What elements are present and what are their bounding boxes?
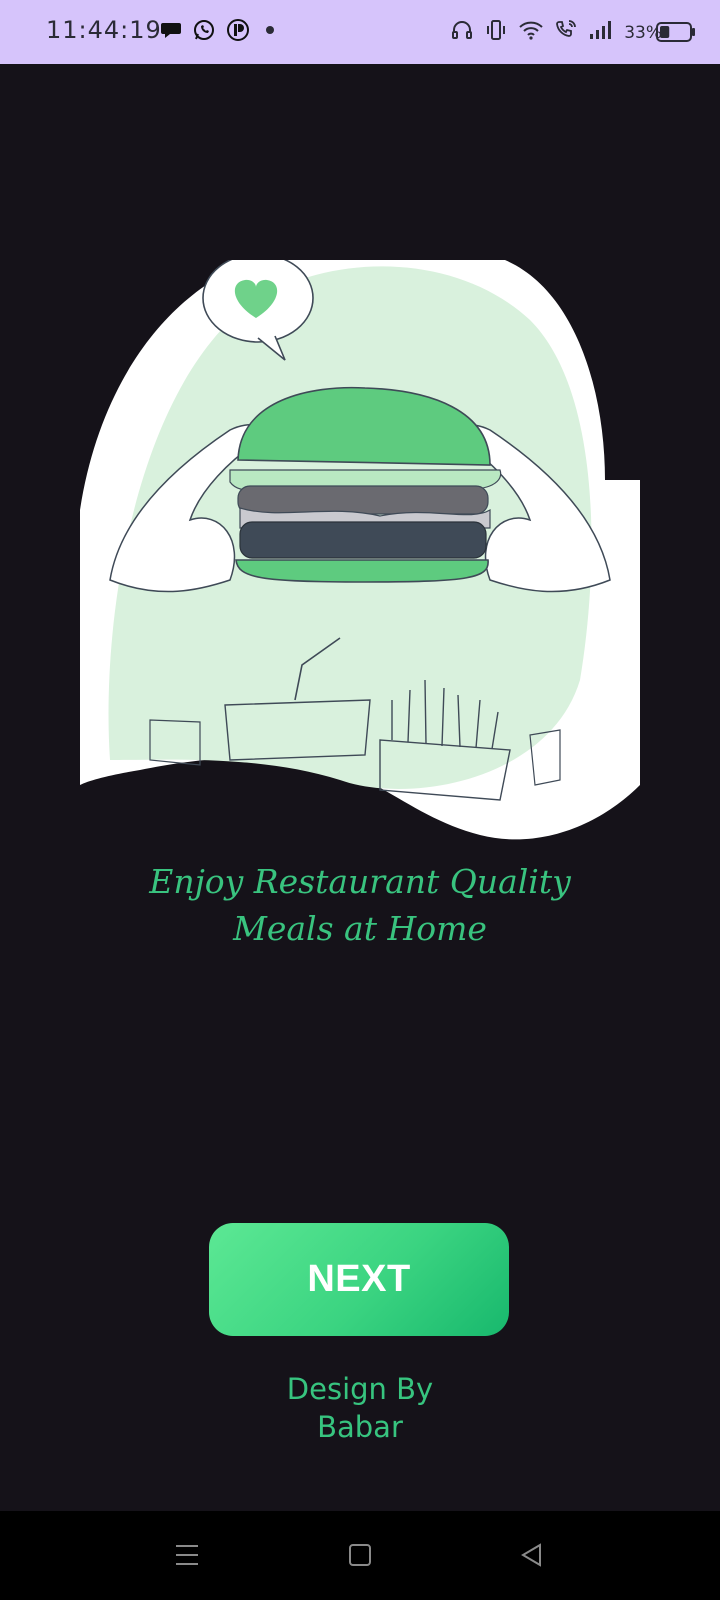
status-bar: 11:44:19 33% <box>0 0 720 64</box>
whatsapp-icon <box>192 18 216 47</box>
menu-icon[interactable] <box>167 1537 207 1573</box>
burger-illustration <box>80 253 640 850</box>
burger <box>229 386 502 583</box>
headline-line: Enjoy Restaurant Quality <box>149 862 571 901</box>
design-credit: Design By Babar <box>230 1370 490 1446</box>
system-icons: 33% <box>450 18 662 47</box>
headset-icon <box>450 18 474 47</box>
notification-icons <box>160 18 280 47</box>
chat-bubble-icon <box>160 19 182 46</box>
home-icon[interactable] <box>340 1537 380 1573</box>
signal-icon <box>588 19 614 46</box>
onboarding-headline: Enjoy Restaurant Quality Meals at Home <box>80 858 640 952</box>
headline-line: Meals at Home <box>233 909 487 948</box>
battery-icon <box>656 21 696 48</box>
wifi-call-icon <box>554 18 578 47</box>
navigation-bar <box>0 1511 720 1600</box>
credit-line: Babar <box>317 1410 403 1444</box>
dot-icon <box>260 20 280 45</box>
app-icon <box>226 18 250 47</box>
wifi-icon <box>518 19 544 46</box>
back-icon[interactable] <box>512 1537 552 1573</box>
credit-line: Design By <box>286 1372 434 1406</box>
vibrate-icon <box>484 18 508 47</box>
next-button[interactable]: NEXT <box>209 1223 509 1336</box>
status-clock: 11:44:19 <box>46 16 162 44</box>
